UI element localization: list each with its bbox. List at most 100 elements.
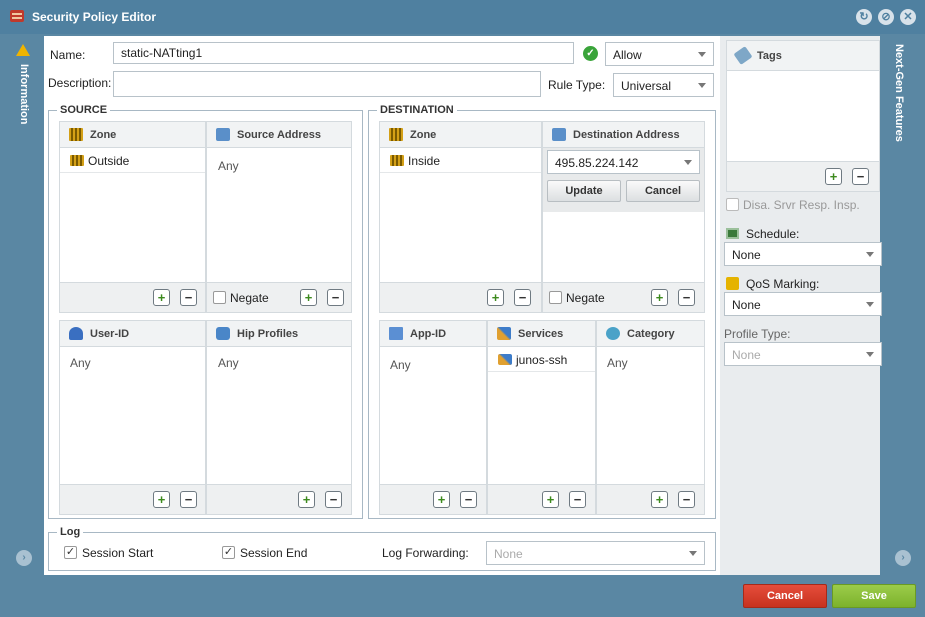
source-negate-checkbox[interactable] — [213, 291, 226, 304]
chevron-down-icon — [684, 160, 692, 165]
title-bar: Security Policy Editor ↻ ⊘ ✕ — [0, 0, 925, 34]
description-input[interactable] — [113, 71, 541, 97]
qos-icon — [726, 277, 739, 290]
remove-service-button[interactable]: − — [569, 491, 586, 508]
session-end-checkbox[interactable]: ✓ — [222, 546, 235, 559]
schedule-select[interactable]: None — [724, 242, 882, 266]
destination-address-header: Destination Address — [543, 122, 704, 148]
cancel-button[interactable]: Cancel — [743, 584, 827, 608]
destination-address-header-label: Destination Address — [573, 129, 680, 141]
destination-legend: DESTINATION — [380, 104, 454, 116]
remove-source-address-button[interactable]: − — [327, 289, 344, 306]
main-form: Name: static-NATting1 ✓ Allow Descriptio… — [44, 36, 720, 575]
schedule-icon — [726, 228, 739, 239]
userid-header-label: User-ID — [90, 328, 130, 340]
qos-marking-value: None — [732, 298, 761, 312]
services-icon — [498, 354, 512, 365]
add-source-zone-button[interactable]: + — [153, 289, 170, 306]
appid-header-label: App-ID — [410, 328, 447, 340]
rule-type-select[interactable]: Universal — [613, 73, 714, 97]
block-icon[interactable]: ⊘ — [878, 9, 894, 25]
source-zone-item-label: Outside — [88, 154, 130, 168]
right-side-strip: Next-Gen Features › — [880, 34, 925, 617]
firewall-logo-icon — [10, 10, 24, 22]
add-destination-address-button[interactable]: + — [651, 289, 668, 306]
next-gen-features-tab[interactable]: Next-Gen Features — [893, 44, 905, 142]
category-icon — [606, 327, 620, 340]
list-item[interactable]: Inside — [380, 148, 541, 173]
destination-zone-panel: Zone Inside + − — [379, 121, 542, 313]
list-item[interactable]: junos-ssh — [488, 347, 595, 372]
address-edit-area: 495.85.224.142 Update Cancel — [543, 148, 704, 212]
remove-destination-zone-button[interactable]: − — [514, 289, 531, 306]
appid-any: Any — [390, 358, 411, 372]
services-panel: Services junos-ssh + − — [487, 320, 596, 515]
update-button[interactable]: Update — [547, 180, 621, 202]
save-button[interactable]: Save — [832, 584, 916, 608]
source-address-any: Any — [218, 159, 239, 173]
profile-type-label: Profile Type: — [724, 327, 791, 341]
chevron-down-icon — [866, 302, 874, 307]
expand-left-icon[interactable]: › — [16, 550, 32, 566]
source-negate-label: Negate — [230, 291, 269, 305]
destination-address-value: 495.85.224.142 — [555, 156, 639, 170]
list-item[interactable]: Outside — [60, 148, 205, 173]
remove-hip-profile-button[interactable]: − — [325, 491, 342, 508]
remove-category-button[interactable]: − — [678, 491, 695, 508]
session-start-label: Session Start — [82, 546, 154, 560]
remove-destination-address-button[interactable]: − — [678, 289, 695, 306]
name-input[interactable]: static-NATting1 — [113, 42, 574, 64]
source-address-header-label: Source Address — [237, 129, 321, 141]
rule-type-label: Rule Type: — [548, 78, 606, 92]
chevron-down-icon — [698, 52, 706, 57]
qos-marking-label: QoS Marking: — [746, 277, 820, 291]
session-end-label: Session End — [240, 546, 308, 560]
session-start-checkbox[interactable]: ✓ — [64, 546, 77, 559]
category-any: Any — [607, 356, 628, 370]
log-forwarding-select[interactable]: None — [486, 541, 705, 565]
information-tab[interactable]: Information — [18, 64, 30, 125]
add-tag-button[interactable]: + — [825, 168, 842, 185]
add-hip-profile-button[interactable]: + — [298, 491, 315, 508]
appid-header: App-ID — [380, 321, 486, 347]
hip-profiles-header-label: Hip Profiles — [237, 328, 299, 340]
cancel-edit-button[interactable]: Cancel — [626, 180, 700, 202]
refresh-icon[interactable]: ↻ — [856, 9, 872, 25]
tags-panel: Tags + − — [726, 40, 880, 192]
expand-right-icon[interactable]: › — [895, 550, 911, 566]
add-source-address-button[interactable]: + — [300, 289, 317, 306]
qos-marking-select[interactable]: None — [724, 292, 882, 316]
remove-tag-button[interactable]: − — [852, 168, 869, 185]
appid-panel: App-ID Any + − — [379, 320, 487, 515]
destination-zone-header: Zone — [380, 122, 541, 148]
category-panel: Category Any + − — [596, 320, 705, 515]
add-category-button[interactable]: + — [651, 491, 668, 508]
destination-negate-checkbox[interactable] — [549, 291, 562, 304]
remove-source-zone-button[interactable]: − — [180, 289, 197, 306]
add-userid-button[interactable]: + — [153, 491, 170, 508]
zone-icon — [389, 128, 403, 141]
remove-appid-button[interactable]: − — [460, 491, 477, 508]
chevron-down-icon — [689, 551, 697, 556]
action-select[interactable]: Allow — [605, 42, 714, 66]
hip-any: Any — [218, 356, 239, 370]
remove-userid-button[interactable]: − — [180, 491, 197, 508]
add-service-button[interactable]: + — [542, 491, 559, 508]
source-zone-header: Zone — [60, 122, 205, 148]
close-icon[interactable]: ✕ — [900, 9, 916, 25]
disa-srvr-resp-checkbox[interactable] — [726, 198, 739, 211]
source-address-panel: Source Address Any Negate + − — [206, 121, 352, 313]
action-select-value: Allow — [613, 48, 642, 62]
services-header: Services — [488, 321, 595, 347]
tags-footer: + − — [727, 161, 879, 191]
add-appid-button[interactable]: + — [433, 491, 450, 508]
destination-address-select[interactable]: 495.85.224.142 — [547, 150, 700, 174]
source-zone-footer: + − — [60, 282, 205, 312]
add-destination-zone-button[interactable]: + — [487, 289, 504, 306]
profile-type-select[interactable]: None — [724, 342, 882, 366]
window-title: Security Policy Editor — [32, 10, 157, 24]
source-address-footer: Negate + − — [207, 282, 351, 312]
chevron-down-icon — [866, 252, 874, 257]
source-zone-header-label: Zone — [90, 129, 117, 141]
address-icon — [216, 128, 230, 141]
